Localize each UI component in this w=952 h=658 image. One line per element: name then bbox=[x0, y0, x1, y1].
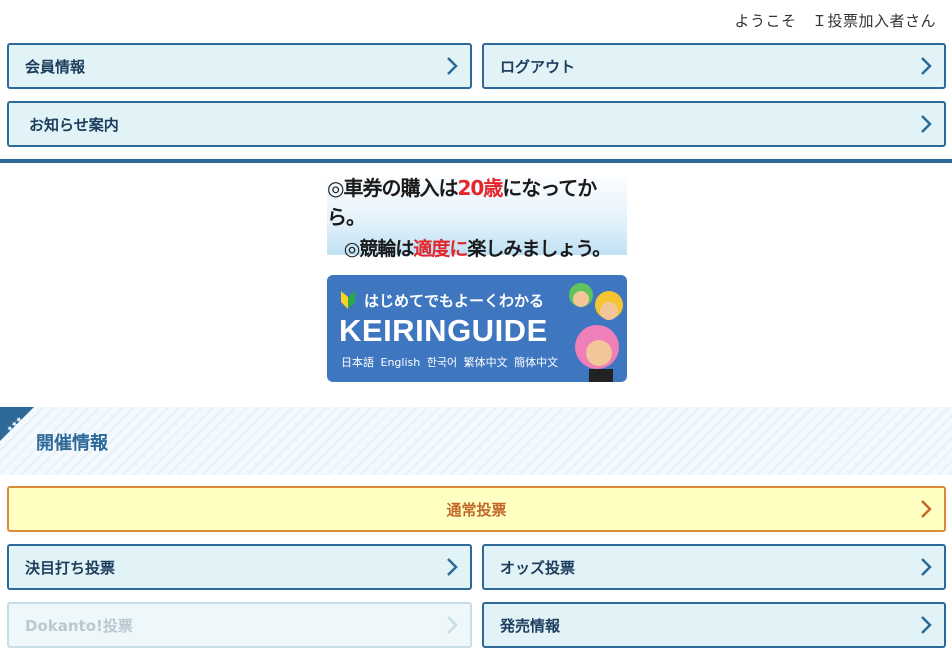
chevron-right-icon bbox=[447, 558, 458, 576]
cyclist-characters-icon bbox=[569, 283, 623, 382]
odds-betting-button[interactable]: オッズ投票 bbox=[482, 544, 946, 590]
header-divider bbox=[0, 159, 952, 163]
guide-languages: 日本語 English 한국어 繁体中文 簡体中文 bbox=[341, 356, 559, 369]
chevron-right-icon bbox=[921, 500, 932, 518]
normal-betting-button[interactable]: 通常投票 bbox=[7, 486, 946, 532]
logout-button[interactable]: ログアウト bbox=[482, 43, 946, 89]
banner-line-2: ◎競輪は適度に楽しみましょう。 bbox=[343, 238, 611, 260]
chevron-right-icon bbox=[447, 57, 458, 75]
dokanto-betting-label: Dokanto!投票 bbox=[25, 616, 133, 635]
notices-button[interactable]: お知らせ案内 bbox=[7, 101, 946, 147]
notices-label: お知らせ案内 bbox=[29, 115, 119, 134]
odds-betting-label: オッズ投票 bbox=[500, 558, 576, 577]
guide-title: KEIRINGUIDE bbox=[339, 313, 548, 348]
normal-betting-label: 通常投票 bbox=[446, 500, 507, 519]
section-title: 開催情報 bbox=[36, 433, 108, 454]
member-info-button[interactable]: 会員情報 bbox=[7, 43, 472, 89]
chevron-right-icon bbox=[921, 558, 932, 576]
stars-corner-icon: ★★★ bbox=[0, 407, 34, 441]
responsible-betting-banner[interactable]: ◎車券の購入は20歳になってから。 ◎競輪は適度に楽しみましょう。 bbox=[327, 176, 627, 260]
keirin-guide-banner[interactable]: はじめてでもよーくわかる KEIRINGUIDE 日本語 English 한국어… bbox=[327, 275, 627, 382]
chevron-right-icon bbox=[921, 115, 932, 133]
chevron-right-icon bbox=[921, 616, 932, 634]
chevron-right-icon bbox=[921, 57, 932, 75]
event-info-section-header: ★★★ 開催情報 bbox=[0, 407, 952, 475]
kettei-betting-label: 決目打ち投票 bbox=[25, 558, 116, 577]
guide-subtitle: はじめてでもよーくわかる bbox=[364, 292, 545, 310]
chevron-right-icon bbox=[447, 616, 458, 634]
kettei-betting-button[interactable]: 決目打ち投票 bbox=[7, 544, 472, 590]
banner-line-1: ◎車券の購入は20歳になってから。 bbox=[327, 176, 597, 229]
logout-label: ログアウト bbox=[500, 57, 576, 76]
member-info-label: 会員情報 bbox=[25, 57, 86, 76]
dokanto-betting-button[interactable]: Dokanto!投票 bbox=[7, 602, 472, 648]
sales-info-button[interactable]: 発売情報 bbox=[482, 602, 946, 648]
beginner-mark-icon bbox=[341, 291, 355, 309]
welcome-message: ようこそ Ｉ投票加入者さん bbox=[734, 12, 936, 30]
sales-info-label: 発売情報 bbox=[500, 616, 561, 635]
